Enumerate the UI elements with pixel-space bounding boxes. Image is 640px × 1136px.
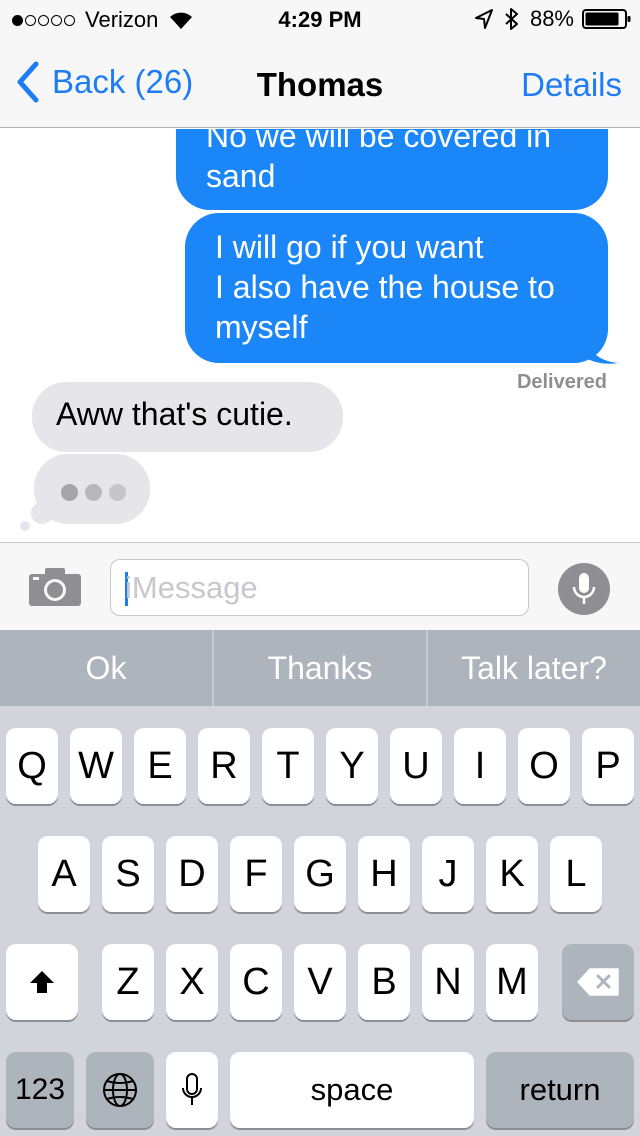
- dictation-mic-icon: [182, 1073, 202, 1105]
- shift-arrow-icon: [30, 971, 54, 993]
- key-n[interactable]: N: [422, 944, 474, 1020]
- suggestion-thanks[interactable]: Thanks: [214, 630, 428, 706]
- key-q[interactable]: Q: [6, 728, 58, 804]
- globe-key[interactable]: [86, 1052, 154, 1128]
- bluetooth-icon: [505, 8, 518, 30]
- key-h[interactable]: H: [358, 836, 410, 912]
- delete-key[interactable]: [562, 944, 634, 1020]
- key-d[interactable]: D: [166, 836, 218, 912]
- key-o[interactable]: O: [518, 728, 570, 804]
- key-e[interactable]: E: [134, 728, 186, 804]
- key-m[interactable]: M: [486, 944, 538, 1020]
- suggestion-ok[interactable]: Ok: [0, 630, 214, 706]
- navigation-bar: Back (26) Thomas Details: [0, 40, 640, 128]
- battery-icon: [582, 9, 631, 29]
- status-bar: Verizon 4:29 PM 88%: [0, 0, 640, 40]
- message-line: myself: [215, 309, 308, 345]
- details-button[interactable]: Details: [521, 66, 622, 104]
- globe-icon: [103, 1073, 137, 1107]
- key-i[interactable]: I: [454, 728, 506, 804]
- key-g[interactable]: G: [294, 836, 346, 912]
- key-b[interactable]: B: [358, 944, 410, 1020]
- message-thread[interactable]: No we will be covered in sand I will go …: [0, 129, 640, 542]
- outgoing-message[interactable]: No we will be covered in sand: [176, 129, 608, 210]
- message-text: Aww that's cutie.: [56, 396, 293, 432]
- backspace-icon: [577, 968, 619, 996]
- key-f[interactable]: F: [230, 836, 282, 912]
- key-p[interactable]: P: [582, 728, 634, 804]
- shift-key[interactable]: [6, 944, 78, 1020]
- quicktype-suggestions: Ok Thanks Talk later?: [0, 630, 640, 706]
- key-u[interactable]: U: [390, 728, 442, 804]
- key-z[interactable]: Z: [102, 944, 154, 1020]
- key-w[interactable]: W: [70, 728, 122, 804]
- key-y[interactable]: Y: [326, 728, 378, 804]
- key-t[interactable]: T: [262, 728, 314, 804]
- bubble-tail: [584, 333, 618, 364]
- status-right: 88%: [474, 6, 632, 32]
- key-k[interactable]: K: [486, 836, 538, 912]
- typing-indicator-tail: [31, 502, 53, 524]
- message-text: No we will be covered in sand: [206, 129, 552, 194]
- dictation-key[interactable]: [166, 1052, 218, 1128]
- location-arrow-icon: [474, 9, 493, 29]
- key-a[interactable]: A: [38, 836, 90, 912]
- incoming-message[interactable]: Aww that's cutie.: [32, 382, 343, 452]
- camera-icon[interactable]: [28, 565, 82, 607]
- message-input-placeholder: iMessage: [125, 570, 258, 605]
- message-line: I also have the house to: [215, 269, 555, 305]
- key-s[interactable]: S: [102, 836, 154, 912]
- battery-percentage: 88%: [529, 6, 574, 31]
- key-c[interactable]: C: [230, 944, 282, 1020]
- message-input[interactable]: iMessage: [110, 559, 529, 616]
- key-r[interactable]: R: [198, 728, 250, 804]
- outgoing-message[interactable]: I will go if you want I also have the ho…: [185, 213, 618, 364]
- keyboard: Q W E R T Y U I O P A S D F G H J K L Z …: [0, 706, 640, 1136]
- compose-bar: iMessage: [0, 542, 640, 630]
- key-j[interactable]: J: [422, 836, 474, 912]
- key-x[interactable]: X: [166, 944, 218, 1020]
- suggestion-talk-later[interactable]: Talk later?: [428, 630, 640, 706]
- delivered-status: Delivered: [516, 371, 607, 393]
- typing-indicator-tail: [20, 521, 30, 531]
- space-key[interactable]: space: [230, 1052, 474, 1128]
- return-key[interactable]: return: [486, 1052, 634, 1128]
- numbers-key[interactable]: 123: [6, 1052, 74, 1128]
- microphone-icon[interactable]: [558, 563, 610, 615]
- key-l[interactable]: L: [550, 836, 602, 912]
- key-v[interactable]: V: [294, 944, 346, 1020]
- message-line: I will go if you want: [215, 229, 484, 265]
